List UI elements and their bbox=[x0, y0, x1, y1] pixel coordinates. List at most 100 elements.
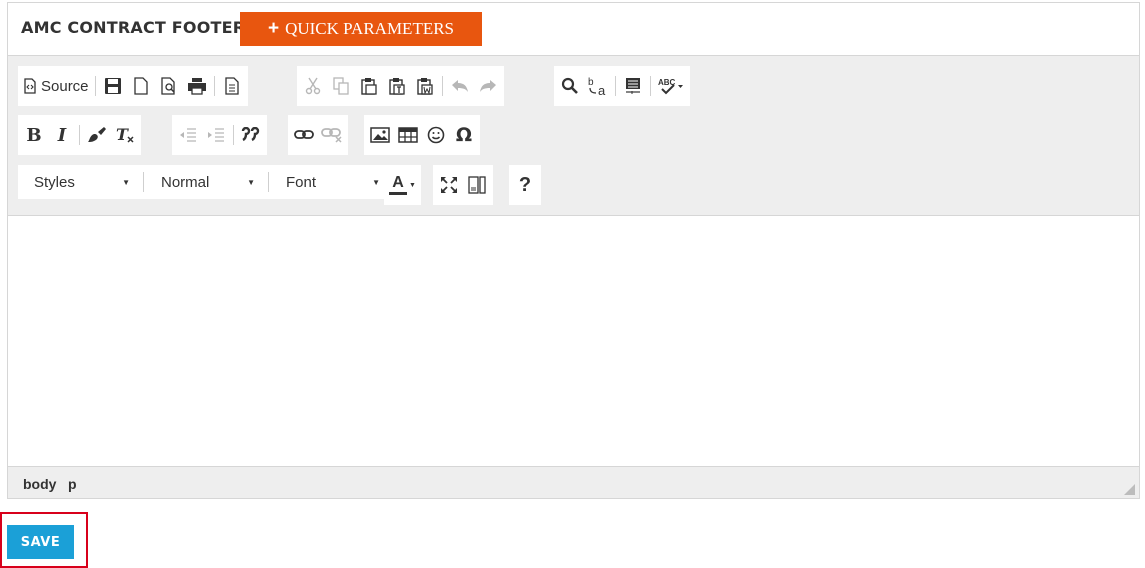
outdent-icon bbox=[180, 128, 196, 142]
quote-icon bbox=[241, 127, 260, 142]
maximize-button[interactable] bbox=[435, 171, 463, 199]
find-button[interactable] bbox=[556, 72, 584, 100]
toolbar-separator bbox=[650, 76, 651, 96]
undo-button[interactable] bbox=[446, 72, 474, 100]
undo-icon bbox=[452, 80, 468, 92]
table-icon bbox=[398, 127, 418, 143]
help-icon: ? bbox=[518, 173, 532, 196]
source-button[interactable]: Source bbox=[20, 72, 92, 100]
toolbar-group-tools bbox=[433, 165, 493, 205]
text-color-glyph: A bbox=[392, 173, 404, 191]
print-button[interactable] bbox=[183, 72, 211, 100]
toolbar-separator bbox=[79, 125, 80, 145]
link-icon bbox=[294, 130, 314, 139]
unlink-button[interactable] bbox=[318, 121, 346, 149]
toolbar-group-styles: Styles ▼ Normal ▼ Font ▼ bbox=[18, 165, 392, 199]
scissors-icon bbox=[305, 77, 321, 95]
remove-format-icon: T bbox=[116, 126, 134, 144]
toolbar-group-paragraph bbox=[172, 115, 267, 155]
text-color-icon: A bbox=[389, 173, 407, 195]
bold-button[interactable]: B bbox=[20, 121, 48, 149]
styles-label: Styles bbox=[34, 173, 75, 191]
save-doc-button[interactable] bbox=[99, 72, 127, 100]
help-button[interactable]: ? bbox=[511, 171, 539, 199]
spellcheck-icon: ABC bbox=[658, 78, 683, 95]
font-dropdown[interactable]: Font ▼ bbox=[272, 166, 390, 198]
copy-icon bbox=[333, 77, 349, 95]
new-page-icon bbox=[133, 77, 148, 95]
show-blocks-icon bbox=[468, 176, 486, 194]
preview-button[interactable] bbox=[155, 72, 183, 100]
source-label: Source bbox=[41, 77, 89, 95]
select-all-icon bbox=[626, 78, 640, 94]
show-blocks-button[interactable] bbox=[463, 171, 491, 199]
omega-icon: Ω bbox=[455, 124, 473, 146]
remove-format-button[interactable]: T bbox=[111, 121, 139, 149]
cut-button[interactable] bbox=[299, 72, 327, 100]
toolbar-group-links bbox=[288, 115, 348, 155]
search-icon bbox=[561, 77, 578, 94]
chevron-down-icon: ▼ bbox=[247, 177, 255, 187]
print-icon bbox=[187, 78, 206, 95]
styles-dropdown[interactable]: Styles ▼ bbox=[20, 166, 140, 198]
outdent-button[interactable] bbox=[174, 121, 202, 149]
toolbar-group-insert: Ω bbox=[364, 115, 480, 155]
redo-button[interactable] bbox=[474, 72, 502, 100]
chevron-down-icon: ▼ bbox=[372, 177, 380, 187]
smiley-button[interactable] bbox=[422, 121, 450, 149]
svg-text:b: b bbox=[588, 77, 594, 88]
replace-button[interactable]: ba bbox=[584, 72, 612, 100]
panel-header: AMC CONTRACT FOOTER + QUICK PARAMETERS bbox=[8, 3, 1139, 55]
format-label: Normal bbox=[161, 173, 210, 191]
editor-toolbar: Source b a ABC B I T Ω Styles ▼ Normal ▼… bbox=[8, 55, 1139, 216]
paintbrush-icon bbox=[88, 127, 106, 142]
quick-parameters-button[interactable]: + QUICK PARAMETERS bbox=[240, 12, 482, 46]
toolbar-group-colors: A ▼ bbox=[384, 165, 421, 205]
editor-content-area[interactable] bbox=[8, 216, 1139, 466]
templates-icon bbox=[224, 77, 239, 95]
paste-icon bbox=[361, 78, 377, 95]
italic-button[interactable]: I bbox=[48, 121, 76, 149]
paste-word-button[interactable] bbox=[411, 72, 439, 100]
copy-button[interactable] bbox=[327, 72, 355, 100]
copy-formatting-button[interactable] bbox=[83, 121, 111, 149]
footer-editor-panel: AMC CONTRACT FOOTER + QUICK PARAMETERS S… bbox=[7, 2, 1140, 499]
paste-text-icon bbox=[389, 78, 405, 95]
save-button[interactable]: SAVE bbox=[7, 525, 74, 559]
resize-handle-icon[interactable] bbox=[1124, 484, 1135, 495]
path-element-p[interactable]: p bbox=[68, 476, 77, 492]
templates-button[interactable] bbox=[218, 72, 246, 100]
toolbar-separator bbox=[213, 76, 215, 96]
toolbar-separator bbox=[143, 172, 144, 192]
path-element-body[interactable]: body bbox=[23, 476, 56, 492]
indent-button[interactable] bbox=[202, 121, 230, 149]
unlink-icon bbox=[321, 128, 342, 143]
chevron-down-icon: ▼ bbox=[409, 181, 416, 189]
editor-statusbar: body p bbox=[8, 466, 1139, 498]
paste-button[interactable] bbox=[355, 72, 383, 100]
link-button[interactable] bbox=[290, 121, 318, 149]
toolbar-group-about: ? bbox=[509, 165, 541, 205]
table-button[interactable] bbox=[394, 121, 422, 149]
bold-icon: B bbox=[26, 124, 42, 146]
page-title: AMC CONTRACT FOOTER bbox=[21, 18, 246, 37]
italic-icon: I bbox=[57, 124, 67, 146]
smiley-icon bbox=[427, 126, 445, 144]
svg-text:a: a bbox=[598, 83, 606, 96]
svg-text:T: T bbox=[116, 126, 129, 144]
image-button[interactable] bbox=[366, 121, 394, 149]
special-char-button[interactable]: Ω bbox=[450, 121, 478, 149]
floppy-icon bbox=[104, 78, 121, 94]
chevron-down-icon: ▼ bbox=[122, 177, 130, 187]
blockquote-button[interactable] bbox=[237, 121, 265, 149]
replace-icon: ba bbox=[588, 77, 606, 96]
text-color-button[interactable]: A ▼ bbox=[386, 171, 419, 199]
toolbar-group-basicstyles: B I T bbox=[18, 115, 141, 155]
select-all-button[interactable] bbox=[619, 72, 647, 100]
format-dropdown[interactable]: Normal ▼ bbox=[147, 166, 265, 198]
paste-text-button[interactable] bbox=[383, 72, 411, 100]
spellcheck-button[interactable]: ABC bbox=[654, 72, 688, 100]
indent-icon bbox=[208, 128, 224, 142]
toolbar-group-editing: ba ABC bbox=[554, 66, 690, 106]
new-page-button[interactable] bbox=[127, 72, 155, 100]
